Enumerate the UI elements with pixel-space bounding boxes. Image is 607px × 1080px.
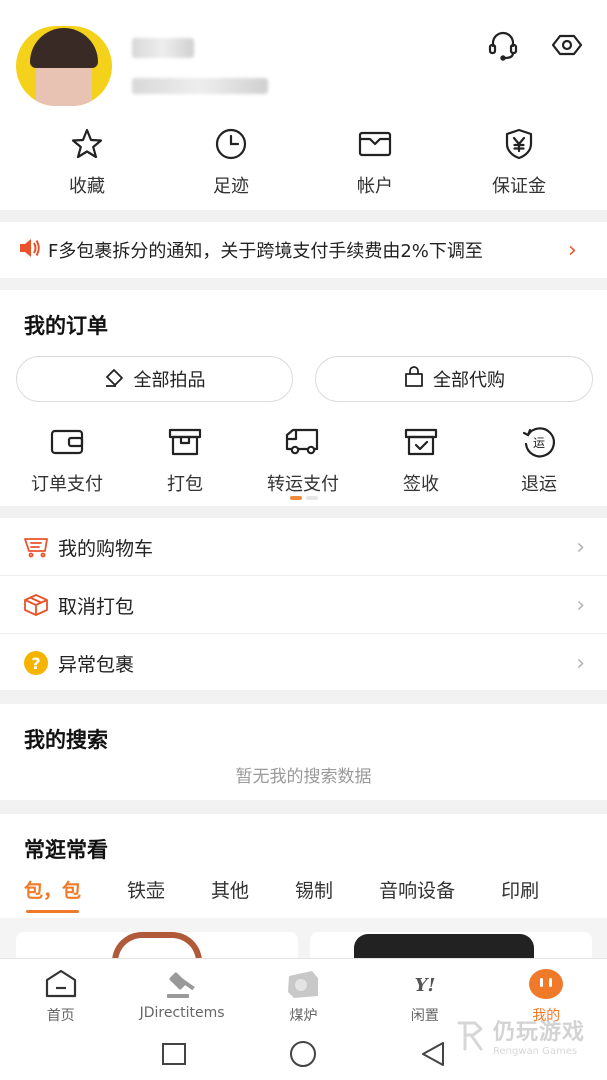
order-label: 退运 [521,474,557,495]
quick-history[interactable]: 足迹 [159,124,303,198]
sign-box-icon [401,424,441,460]
browse-section: 常逛常看 包，包 铁壶 其他 锡制 音响设备 印刷 [0,814,607,962]
page-dot-active [290,496,302,500]
avatar-hair [30,28,98,68]
order-status-row: 订单支付 打包 转运支付 签收 运 退运 [0,424,607,496]
my-orders-section: 我的订单 全部拍品 全部代购 订单支付 打包 转运支付 签收 运 退运 [0,290,607,506]
shortcut-list: 我的购物车 › 取消打包 › ? 异常包裹 › [0,518,607,690]
category-tab[interactable]: 其他 [211,876,249,916]
category-tab[interactable]: 锡制 [295,876,333,916]
delivery-truck-icon [283,424,323,460]
svg-text:Y!: Y! [414,975,435,996]
wallet-card-icon [47,424,87,460]
yahoo-icon: Y! [405,967,445,1001]
order-label: 打包 [167,474,203,495]
home-button[interactable] [288,1040,318,1072]
quick-account[interactable]: 帐户 [303,124,447,198]
tab-label: 闲置 [410,1008,439,1024]
watermark-subtext: Rengwan Games [492,1046,578,1057]
quick-label: 收藏 [69,176,105,197]
category-tab[interactable]: 印刷 [501,876,539,916]
recent-apps-button[interactable] [160,1042,188,1070]
mercari-icon [283,967,323,1001]
list-label: 异常包裹 [58,653,135,676]
box-cancel-icon [22,593,50,617]
orders-title: 我的订单 [24,314,108,338]
order-sign[interactable]: 签收 [362,424,480,496]
quick-label: 足迹 [213,176,249,197]
gavel-tag-icon [104,366,126,393]
svg-text:运: 运 [533,436,545,450]
chevron-right-icon: › [576,534,585,560]
avatar[interactable] [16,26,112,106]
product-cards [0,918,607,962]
chevron-right-icon: › [576,592,585,618]
watermark-text: 仍玩游戏 [492,1020,585,1045]
list-label: 我的购物车 [58,537,154,560]
order-return[interactable]: 运 退运 [480,424,598,496]
all-auction-button[interactable]: 全部拍品 [16,356,293,402]
browse-title: 常逛常看 [24,838,108,862]
list-item-abnormal[interactable]: ? 异常包裹 › [0,634,607,692]
tab-label: 煤炉 [289,1008,318,1024]
category-tab[interactable]: 音响设备 [379,876,455,916]
mine-icon [526,967,566,1001]
my-search-section: 我的搜索 暂无我的搜索数据 [0,704,607,800]
watermark: 仍玩游戏 Rengwan Games [455,1014,585,1057]
search-empty-text: 暂无我的搜索数据 [235,767,372,787]
customer-service-icon[interactable] [486,28,520,62]
page-indicator [290,496,318,500]
profile-header: 收藏 足迹 帐户 保证金 [0,0,607,210]
list-label: 取消打包 [58,595,135,618]
svg-text:?: ? [31,654,40,673]
order-label: 签收 [403,474,439,495]
list-item-cancel-pack[interactable]: 取消打包 › [0,576,607,634]
tab-home[interactable]: 首页 [0,959,121,1028]
tab-label: 首页 [46,1008,75,1024]
username-blurred [132,38,194,58]
order-pack[interactable]: 打包 [126,424,244,496]
view-eye-icon[interactable] [550,28,584,62]
wallet-icon [355,124,395,164]
all-auction-label: 全部拍品 [133,370,206,391]
notice-text: F多包裹拆分的通知，关于跨境支付手续费由2%下调至 [48,241,483,262]
all-proxy-button[interactable]: 全部代购 [315,356,593,402]
order-label: 转运支付 [267,474,339,495]
search-title: 我的搜索 [24,728,108,752]
package-box-icon [165,424,205,460]
order-shipping-pay[interactable]: 转运支付 [244,424,362,496]
home-icon [41,967,81,1001]
user-id-blurred [132,78,268,94]
cart-icon [22,536,50,558]
speaker-icon [18,237,48,263]
gavel-icon [162,967,202,1001]
page-dot [306,496,318,500]
quick-label: 保证金 [492,176,546,197]
order-pay[interactable]: 订单支付 [8,424,126,496]
category-tabs: 包，包 铁壶 其他 锡制 音响设备 印刷 [0,876,607,916]
tab-jdirectitems[interactable]: JDirectitems [121,959,242,1028]
quick-favorites[interactable]: 收藏 [15,124,159,198]
order-label: 订单支付 [31,474,103,495]
clock-icon [211,124,251,164]
tab-label: JDirectitems [139,1005,225,1021]
shopping-bag-icon [403,365,425,393]
watermark-logo-icon [457,1021,483,1050]
list-item-cart[interactable]: 我的购物车 › [0,518,607,576]
star-icon [67,124,107,164]
notice-bar[interactable]: F多包裹拆分的通知，关于跨境支付手续费由2%下调至 › [0,222,607,278]
quick-deposit[interactable]: 保证金 [447,124,591,198]
chevron-right-icon: › [576,650,585,676]
quick-label: 帐户 [357,176,393,197]
tab-mercari[interactable]: 煤炉 [243,959,364,1028]
quick-actions: 收藏 足迹 帐户 保证金 [0,124,607,198]
shield-yen-icon [499,124,539,164]
category-tab[interactable]: 铁壶 [127,876,165,916]
question-icon: ? [22,650,50,676]
all-proxy-label: 全部代购 [433,370,505,391]
back-button[interactable] [418,1040,448,1072]
return-icon: 运 [519,424,559,460]
chevron-right-icon: › [568,237,577,263]
category-tab[interactable]: 包，包 [24,876,81,916]
